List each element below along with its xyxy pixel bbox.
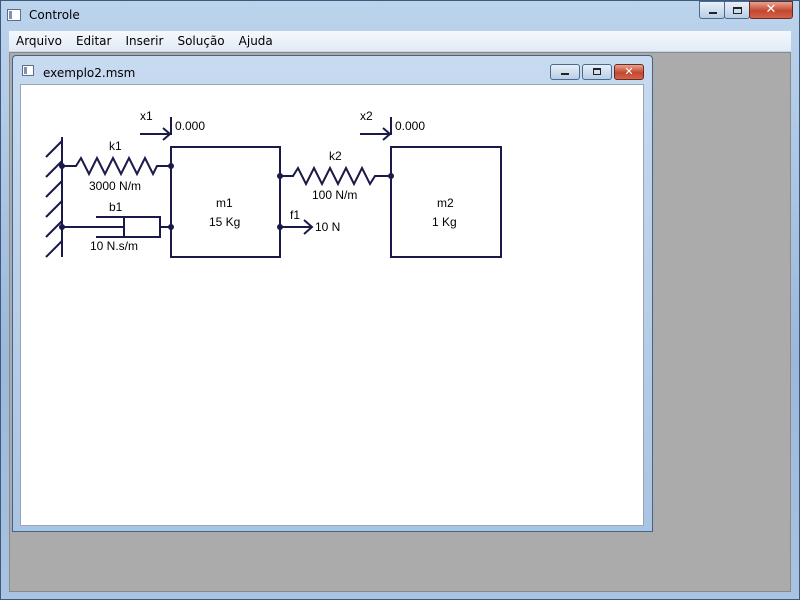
document-icon[interactable]: [22, 65, 34, 76]
maximize-icon: [593, 68, 601, 75]
spring-k1[interactable]: [62, 155, 171, 177]
damper-b1[interactable]: [62, 216, 171, 238]
k2-label: k2: [329, 149, 342, 163]
main-window: Controle ✕ Arquivo Editar Inserir Soluçã…: [0, 0, 800, 600]
maximize-icon: [733, 7, 742, 14]
menu-bar: Arquivo Editar Inserir Solução Ajuda: [9, 31, 791, 52]
maximize-button[interactable]: [724, 1, 750, 19]
b1-value: 10 N.s/m: [90, 239, 138, 253]
m1-label: m1: [216, 196, 233, 210]
document-maximize-button[interactable]: [582, 64, 612, 80]
x2-label: x2: [360, 109, 373, 123]
b1-label: b1: [109, 200, 123, 214]
menu-arquivo[interactable]: Arquivo: [9, 31, 69, 51]
x1-label: x1: [140, 109, 153, 123]
document-close-button[interactable]: ✕: [614, 64, 644, 80]
m1-value: 15 Kg: [209, 215, 240, 229]
k2-value: 100 N/m: [312, 188, 357, 202]
minimize-icon: [561, 73, 569, 75]
spring-k2[interactable]: [280, 165, 391, 187]
window-title: Controle: [29, 8, 80, 22]
f1-value: 10 N: [315, 220, 340, 234]
document-caption-buttons: ✕: [548, 64, 644, 80]
app-icon[interactable]: [7, 9, 21, 21]
wall-ground: [45, 137, 63, 258]
m2-label: m2: [437, 196, 454, 210]
menu-ajuda[interactable]: Ajuda: [232, 31, 280, 51]
caption-buttons: ✕: [699, 1, 793, 21]
f1-label: f1: [290, 208, 300, 222]
title-bar[interactable]: Controle ✕: [1, 1, 799, 31]
document-title: exemplo2.msm: [43, 66, 136, 80]
menu-inserir[interactable]: Inserir: [118, 31, 170, 51]
x2-value: 0.000: [395, 119, 425, 133]
document-window: exemplo2.msm ✕ x1 0.000 x2 0.000 k1 3000…: [12, 55, 653, 532]
k1-value: 3000 N/m: [89, 179, 141, 193]
mechanical-system-diagram: x1 0.000 x2 0.000 k1 3000 N/m b1 10 N.s/…: [45, 109, 502, 258]
m2-value: 1 Kg: [432, 215, 457, 229]
menu-solucao[interactable]: Solução: [170, 31, 231, 51]
force-f1-arrow[interactable]: [280, 219, 314, 235]
minimize-button[interactable]: [699, 1, 725, 19]
diagram-canvas[interactable]: x1 0.000 x2 0.000 k1 3000 N/m b1 10 N.s/…: [20, 84, 644, 526]
close-icon: ✕: [765, 2, 777, 17]
close-icon: ✕: [624, 65, 634, 78]
mdi-workspace: exemplo2.msm ✕ x1 0.000 x2 0.000 k1 3000…: [9, 52, 791, 592]
minimize-icon: [709, 12, 717, 14]
x1-value: 0.000: [175, 119, 205, 133]
menu-editar[interactable]: Editar: [69, 31, 119, 51]
document-minimize-button[interactable]: [550, 64, 580, 80]
k1-label: k1: [109, 139, 122, 153]
close-button[interactable]: ✕: [749, 1, 793, 19]
